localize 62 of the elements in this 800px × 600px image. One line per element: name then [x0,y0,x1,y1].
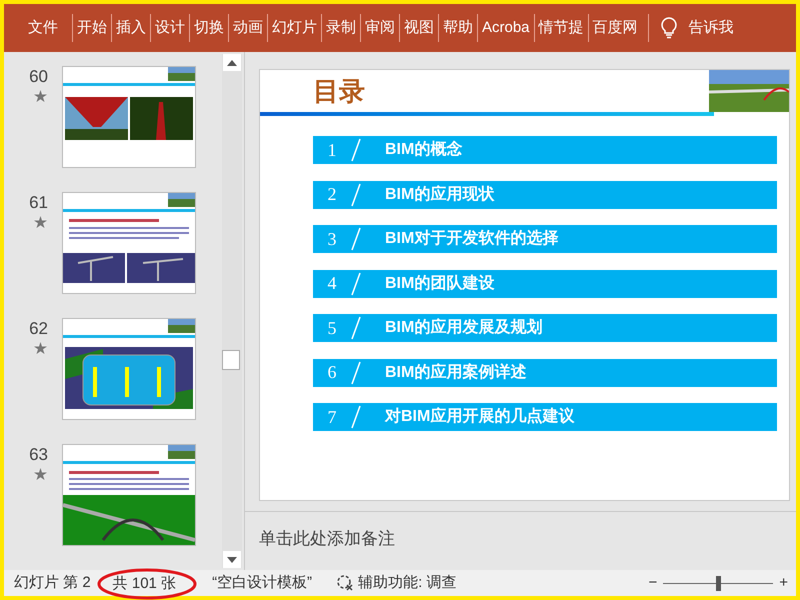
accessibility-status[interactable]: 辅助功能: 调查 [358,572,456,594]
up-arrow-icon [227,60,237,66]
slide-number: 63 [29,445,48,465]
toc-number: 7 [326,406,338,428]
zoom-in-button[interactable]: + [779,572,788,594]
slide-indicator: 幻灯片 第 2 [14,572,91,593]
toc-number: 6 [326,361,338,384]
ribbon-tab[interactable]: 录制 [322,10,360,46]
slide-thumbnail[interactable] [62,444,196,546]
ribbon-tab[interactable]: 幻灯片 [268,10,321,46]
toc-number: 1 [326,138,338,162]
slide-number: 60 [29,67,48,87]
accessibility-icon[interactable] [336,574,354,592]
ribbon-tab[interactable]: 切换 [190,10,228,46]
slash-divider-icon [351,272,361,296]
toc-label: BIM的应用现状 [385,184,494,204]
slash-divider-icon [351,360,361,384]
toc-number: 4 [326,272,338,295]
toc-label: BIM对于开发软件的选择 [385,228,558,249]
ribbon-tab[interactable]: 动画 [229,10,267,46]
slide-number: 62 [29,319,48,339]
ribbon-tab[interactable]: 插入 [112,10,150,46]
ribbon-tab[interactable]: 百度网 [588,10,642,46]
tell-me-button[interactable]: 告诉我 [688,16,734,40]
ribbon-tab[interactable]: Acroba [478,10,534,46]
slide-thumbnail[interactable] [62,318,196,420]
slide-thumbnail[interactable] [62,192,196,294]
zoom-slider-thumb[interactable] [716,576,722,590]
ribbon-tab[interactable]: 情节提 [534,10,588,46]
slash-divider-icon [351,405,361,429]
template-name: “空白设计模板” [212,572,312,593]
scroll-down-button[interactable] [223,551,241,568]
toc-number: 5 [326,316,338,340]
slide-title: 目录 [313,78,365,104]
toc-label: 对BIM应用开展的几点建议 [385,406,574,427]
toc-label: BIM的应用案例详述 [385,362,526,382]
slash-divider-icon [351,316,361,340]
notes-placeholder[interactable]: 单击此处添加备注 [259,529,395,548]
toc-label: BIM的团队建设 [385,274,494,294]
slide-thumbnail[interactable] [62,66,196,168]
scroll-up-button[interactable] [223,54,241,71]
slash-divider-icon [351,227,361,251]
lightbulb-icon [660,17,677,39]
slash-divider-icon [351,182,361,206]
toc-number: 3 [326,228,338,250]
ribbon-tab[interactable]: 设计 [151,10,189,46]
slide-number: 61 [29,193,48,213]
slide-count: 共 101 张 [112,576,176,590]
ribbon-tab[interactable]: 帮助 [439,10,477,46]
ribbon-tab[interactable]: 审阅 [361,10,399,46]
scrollbar[interactable] [222,54,242,568]
zoom-out-button[interactable]: − [648,572,658,594]
ribbon-tab[interactable]: 视图 [400,10,438,46]
scroll-thumb[interactable] [222,350,240,370]
down-arrow-icon [227,556,237,562]
zoom-slider-track[interactable] [663,576,774,590]
ribbon-tab[interactable]: 开始 [73,10,111,46]
toc-label: BIM的应用发展及规划 [385,317,542,338]
toc-number: 2 [326,183,338,206]
ribbon-tab[interactable]: 文件 [24,10,62,46]
toc-label: BIM的概念 [385,140,462,160]
slash-divider-icon [351,138,361,162]
